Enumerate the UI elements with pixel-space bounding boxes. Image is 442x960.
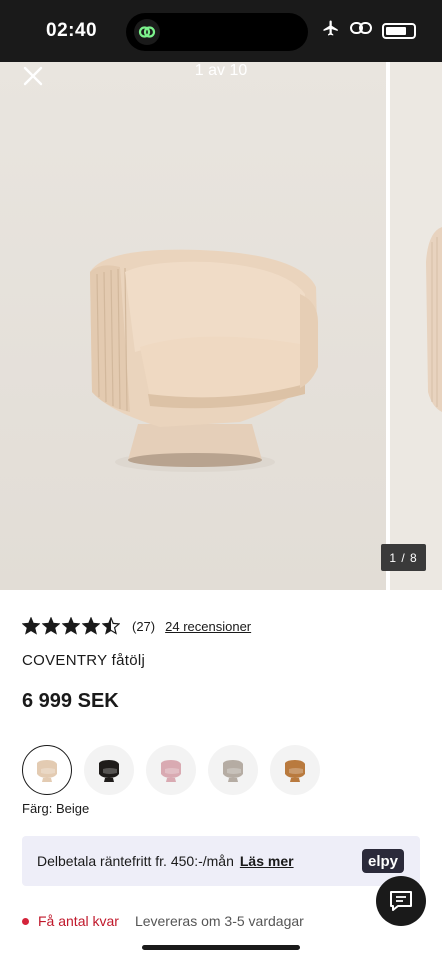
next-product-photo[interactable] bbox=[390, 62, 442, 590]
star-icon bbox=[62, 617, 80, 635]
armchair-thumbnail-icon bbox=[99, 760, 119, 782]
product-price: 6 999 SEK bbox=[22, 690, 119, 712]
read-more-link[interactable]: Läs mer bbox=[240, 853, 294, 869]
review-count: (27) bbox=[132, 618, 156, 634]
stock-status: Få antal kvar bbox=[38, 913, 119, 929]
gallery-counter: 1 av 10 bbox=[194, 62, 248, 79]
color-swatch-pink[interactable] bbox=[146, 745, 196, 795]
star-icon bbox=[22, 617, 40, 635]
chat-button[interactable] bbox=[376, 876, 426, 926]
next-photo-preview bbox=[426, 227, 442, 412]
product-image-gallery[interactable]: 1 av 10 1 / 8 bbox=[0, 62, 442, 590]
stock-status-dot-icon bbox=[22, 917, 29, 925]
battery-icon bbox=[382, 22, 416, 39]
product-name: COVENTRY fåtölj bbox=[22, 652, 146, 669]
home-indicator[interactable] bbox=[142, 945, 300, 950]
armchair-thumbnail-icon bbox=[223, 760, 243, 782]
star-icon bbox=[42, 617, 60, 635]
reviews-link[interactable]: 24 recensioner bbox=[165, 619, 251, 634]
color-label: Färg: Beige bbox=[22, 801, 90, 816]
photo-counter-badge: 1 / 8 bbox=[381, 544, 426, 571]
armchair-thumbnail-icon bbox=[285, 760, 305, 782]
stock-row: Få antal kvar Levereras om 3-5 vardagar bbox=[22, 913, 304, 929]
link-app-icon bbox=[134, 19, 160, 45]
rating-row: (27) 24 recensioner bbox=[22, 615, 251, 637]
status-time: 02:40 bbox=[46, 20, 98, 41]
star-icon bbox=[82, 617, 100, 635]
status-bar: 02:40 bbox=[0, 0, 442, 62]
color-swatch-grey[interactable] bbox=[208, 745, 258, 795]
color-swatch-cognac[interactable] bbox=[270, 745, 320, 795]
elpy-logo: elpy bbox=[362, 849, 404, 873]
chat-icon bbox=[390, 891, 412, 911]
dynamic-island bbox=[126, 13, 308, 51]
link-icon bbox=[350, 20, 372, 41]
status-icons bbox=[322, 19, 416, 42]
armchair-thumbnail-icon bbox=[37, 760, 57, 782]
installment-text: Delbetala räntefritt fr. 450:-/mån bbox=[37, 853, 234, 869]
color-swatches bbox=[22, 745, 320, 795]
product-photo[interactable] bbox=[0, 62, 386, 590]
star-icon bbox=[102, 617, 120, 635]
armchair-image bbox=[0, 62, 386, 590]
armchair-thumbnail-icon bbox=[161, 760, 181, 782]
installment-banner[interactable]: Delbetala räntefritt fr. 450:-/mån Läs m… bbox=[22, 836, 420, 886]
color-swatch-beige[interactable] bbox=[22, 745, 72, 795]
delivery-time: Levereras om 3-5 vardagar bbox=[134, 913, 304, 929]
star-rating bbox=[22, 617, 120, 635]
color-swatch-black[interactable] bbox=[84, 745, 134, 795]
airplane-mode-icon bbox=[322, 19, 340, 42]
